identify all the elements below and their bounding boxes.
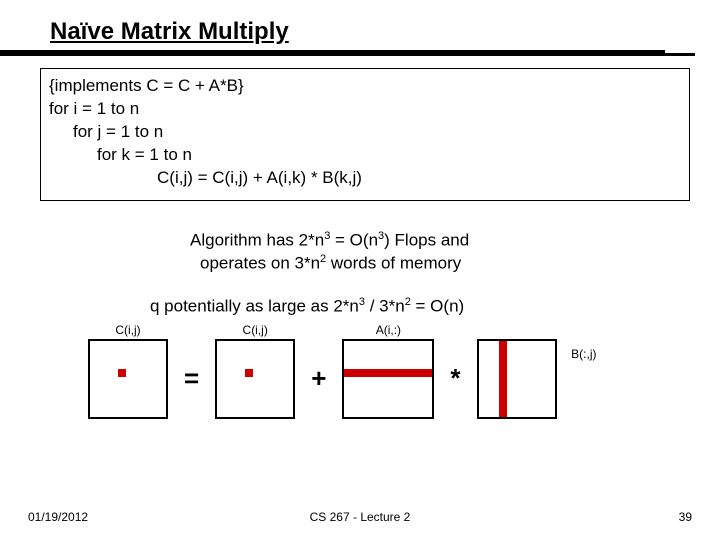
footer-page-number: 39 xyxy=(679,510,692,524)
text: words of memory xyxy=(326,254,461,273)
footer-lecture: CS 267 - Lecture 2 xyxy=(310,510,411,524)
times-operator: * xyxy=(446,363,464,394)
code-line: for k = 1 to n xyxy=(49,144,681,167)
footer-date: 01/19/2012 xyxy=(28,510,88,524)
equals-operator: = xyxy=(180,363,203,394)
code-line: {implements C = C + A*B} xyxy=(49,75,681,98)
text: q potentially as large as 2*n xyxy=(150,297,359,316)
matrix-element xyxy=(245,369,253,377)
matrix-label: A(i,:) xyxy=(376,323,401,337)
matrix-element xyxy=(118,369,126,377)
matrix-label: C(i,j) xyxy=(115,323,140,337)
text: ) Flops and xyxy=(384,230,469,249)
analysis-text: Algorithm has 2*n3 = O(n3) Flops and ope… xyxy=(190,229,720,276)
matrix-diagram: C(i,j) = C(i,j) + A(i,:) * B(:,j) xyxy=(88,339,720,419)
text: = O(n) xyxy=(411,297,464,316)
matrix-b: B(:,j) xyxy=(477,339,557,419)
matrix-c-left: C(i,j) xyxy=(88,339,168,419)
text: operates on 3*n xyxy=(200,254,320,273)
code-line: C(i,j) = C(i,j) + A(i,k) * B(k,j) xyxy=(49,167,681,190)
matrix-col-strip xyxy=(499,341,507,417)
matrix-c-right: C(i,j) xyxy=(215,339,295,419)
text: = O(n xyxy=(330,230,378,249)
code-block: {implements C = C + A*B} for i = 1 to n … xyxy=(40,68,690,201)
code-line: for i = 1 to n xyxy=(49,98,681,121)
matrix-label: C(i,j) xyxy=(243,323,268,337)
matrix-a: A(i,:) xyxy=(342,339,434,419)
text: Algorithm has 2*n xyxy=(190,230,324,249)
text: / 3*n xyxy=(365,297,405,316)
matrix-row-strip xyxy=(344,369,432,377)
slide-title: Naïve Matrix Multiply xyxy=(0,0,665,53)
plus-operator: + xyxy=(307,363,330,394)
q-text: q potentially as large as 2*n3 / 3*n2 = … xyxy=(150,296,720,317)
code-line: for j = 1 to n xyxy=(49,121,681,144)
matrix-label: B(:,j) xyxy=(571,347,596,361)
